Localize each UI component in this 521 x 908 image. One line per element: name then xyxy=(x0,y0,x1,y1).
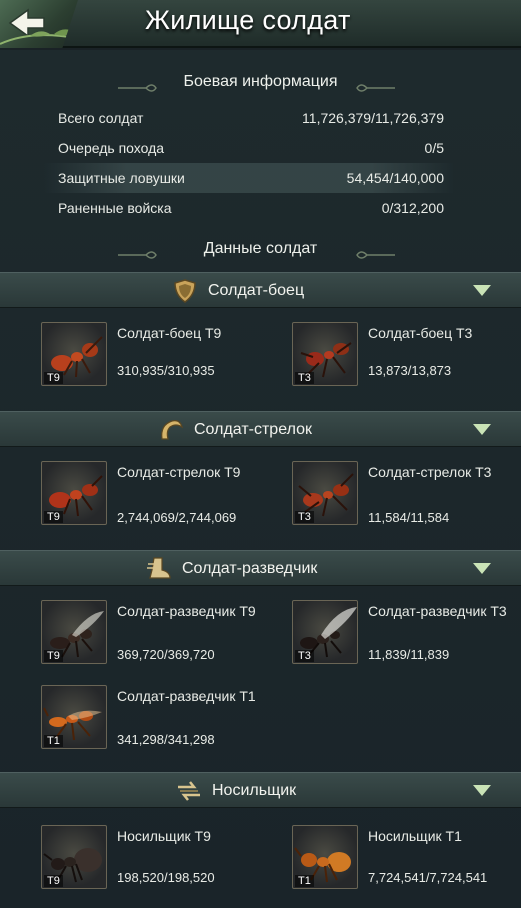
tier-badge: T3 xyxy=(295,650,314,662)
ornament-left-icon xyxy=(118,84,157,92)
leaf-ornament-icon xyxy=(0,29,77,45)
unit-thumbnail: T9 xyxy=(41,322,107,386)
info-value: 54,454/140,000 xyxy=(346,170,444,186)
unit-card-shooter-t9[interactable]: T9 Солдат-стрелок T9 2,744,069/2,744,069 xyxy=(41,461,281,525)
unit-thumbnail: T1 xyxy=(292,825,358,889)
tier-badge: T9 xyxy=(44,372,63,384)
category-shooter-header[interactable]: Солдат-стрелок xyxy=(0,411,521,447)
info-value: 11,726,379/11,726,379 xyxy=(302,110,444,126)
unit-card-carrier-t9[interactable]: T9 Носильщик T9 198,520/198,520 xyxy=(41,825,281,889)
unit-thumbnail: T1 xyxy=(41,685,107,749)
unit-count: 369,720/369,720 xyxy=(117,647,215,662)
unit-name: Солдат-разведчик T3 xyxy=(368,603,507,619)
unit-name: Солдат-стрелок T9 xyxy=(117,464,241,480)
chevron-down-icon[interactable] xyxy=(473,285,491,297)
unit-name: Солдат-разведчик T9 xyxy=(117,603,256,619)
unit-thumbnail: T3 xyxy=(292,600,358,664)
boot-icon xyxy=(147,557,171,579)
unit-card-carrier-t1[interactable]: T1 Носильщик T1 7,724,541/7,724,541 xyxy=(292,825,521,889)
chevron-down-icon[interactable] xyxy=(473,424,491,436)
category-label: Солдат-стрелок xyxy=(194,421,312,438)
info-row-defense-traps: Защитные ловушки 54,454/140,000 xyxy=(44,163,454,193)
unit-count: 310,935/310,935 xyxy=(117,363,215,378)
soldier-data-heading: Данные солдат xyxy=(0,240,521,259)
unit-count: 341,298/341,298 xyxy=(117,732,215,747)
unit-count: 198,520/198,520 xyxy=(117,870,215,885)
tier-badge: T9 xyxy=(44,875,63,887)
unit-name: Солдат-боец T9 xyxy=(117,325,222,341)
tier-badge: T3 xyxy=(295,372,314,384)
ornament-right-icon xyxy=(356,84,395,92)
tier-badge: T1 xyxy=(44,735,63,747)
unit-thumbnail: T3 xyxy=(292,322,358,386)
category-label: Носильщик xyxy=(212,782,297,799)
main-content: Боевая информация Всего солдат 11,726,37… xyxy=(0,50,521,908)
unit-card-scout-t3[interactable]: T3 Солдат-разведчик T3 11,839/11,839 xyxy=(292,600,521,664)
category-carrier-header[interactable]: Носильщик xyxy=(0,772,521,808)
unit-name: Солдат-боец T3 xyxy=(368,325,473,341)
unit-thumbnail: T9 xyxy=(41,461,107,525)
unit-thumbnail: T9 xyxy=(41,825,107,889)
page-title: Жилище солдат xyxy=(145,5,351,35)
info-label: Раненные войска xyxy=(58,200,172,216)
unit-name: Солдат-стрелок T3 xyxy=(368,464,492,480)
unit-count: 7,724,541/7,724,541 xyxy=(368,870,488,885)
info-value: 0/5 xyxy=(424,140,444,156)
unit-name: Солдат-разведчик T1 xyxy=(117,688,256,704)
info-row-wounded: Раненные войска 0/312,200 xyxy=(44,193,454,223)
tier-badge: T3 xyxy=(295,511,314,523)
category-label: Солдат-боец xyxy=(208,282,305,299)
unit-count: 11,839/11,839 xyxy=(368,647,450,662)
info-label: Защитные ловушки xyxy=(58,170,185,186)
info-value: 0/312,200 xyxy=(381,200,444,216)
unit-card-shooter-t3[interactable]: T3 Солдат-стрелок T3 11,584/11,584 xyxy=(292,461,521,525)
ornament-right-icon xyxy=(356,251,395,259)
unit-thumbnail: T3 xyxy=(292,461,358,525)
unit-card-fighter-t9[interactable]: T9 Солдат-боец T9 310,935/310,935 xyxy=(41,322,281,386)
unit-count: 11,584/11,584 xyxy=(368,510,450,525)
unit-card-fighter-t3[interactable]: T3 Солдат-боец T3 13,873/13,873 xyxy=(292,322,521,386)
info-label: Всего солдат xyxy=(58,110,144,126)
battle-info-heading: Боевая информация xyxy=(0,73,521,92)
unit-count: 2,744,069/2,744,069 xyxy=(117,510,237,525)
back-button[interactable] xyxy=(0,0,78,48)
category-label: Солдат-разведчик xyxy=(182,560,318,577)
chevron-down-icon[interactable] xyxy=(473,785,491,797)
unit-name: Носильщик T1 xyxy=(368,828,462,844)
ornament-left-icon xyxy=(118,251,157,259)
claw-icon xyxy=(161,420,183,440)
tier-badge: T9 xyxy=(44,511,63,523)
tier-badge: T9 xyxy=(44,650,63,662)
category-scout-header[interactable]: Солдат-разведчик xyxy=(0,550,521,586)
info-label: Очередь похода xyxy=(58,140,165,156)
info-row-march-queue: Очередь похода 0/5 xyxy=(44,133,454,163)
unit-thumbnail: T9 xyxy=(41,600,107,664)
category-fighter-header[interactable]: Солдат-боец xyxy=(0,272,521,308)
info-row-total-soldiers: Всего солдат 11,726,379/11,726,379 xyxy=(44,103,454,133)
chevron-down-icon[interactable] xyxy=(473,563,491,575)
shield-icon xyxy=(174,279,196,303)
top-bar: Жилище солдат xyxy=(0,0,521,48)
arrows-icon xyxy=(178,781,200,801)
unit-card-scout-t9[interactable]: T9 Солдат-разведчик T9 369,720/369,720 xyxy=(41,600,281,664)
unit-count: 13,873/13,873 xyxy=(368,363,452,378)
unit-name: Носильщик T9 xyxy=(117,828,211,844)
unit-card-scout-t1[interactable]: T1 Солдат-разведчик T1 341,298/341,298 xyxy=(41,685,281,749)
tier-badge: T1 xyxy=(295,875,314,887)
